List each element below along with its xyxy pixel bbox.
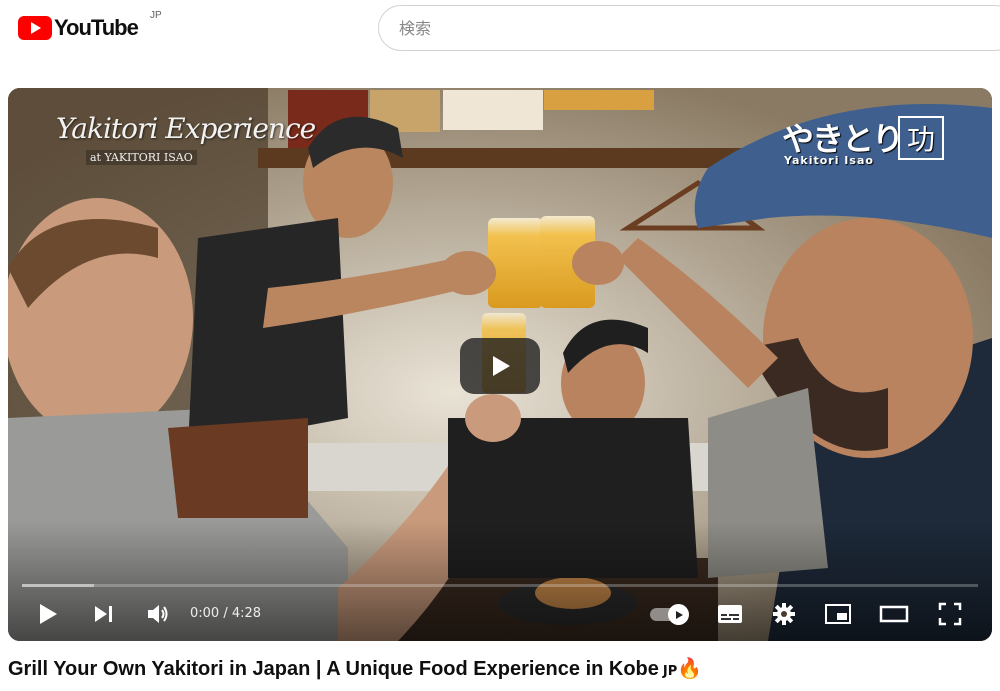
time-current: 0:00 [190,606,220,621]
progress-loaded [22,584,94,587]
subtitles-icon [718,605,742,623]
video-overlay-subtitle: at YAKITORI ISAO [86,150,197,165]
time-separator: / [219,606,232,621]
search-input[interactable] [399,18,1000,38]
time-total: 4:28 [231,606,262,621]
logo-text: YouTube [54,15,139,40]
settings-button[interactable] [768,596,800,632]
time-display: 0:00 / 4:28 [190,596,261,632]
gear-icon [773,603,795,625]
autoplay-toggle[interactable] [650,604,690,625]
brand-kanji: 功 [898,116,944,160]
video-title: Grill Your Own Yakitori in Japan | A Uni… [8,656,702,681]
video-overlay-title: Yakitori Experience [56,112,316,145]
next-icon [95,606,112,622]
miniplayer-icon [825,604,851,624]
video-player[interactable]: Yakitori Experience at YAKITORI ISAO やきと… [8,88,992,641]
video-title-text: Grill Your Own Yakitori in Japan | A Uni… [8,658,659,680]
country-flag-text: JP [662,664,678,679]
theater-icon [879,605,909,623]
brand-english: Yakitori Isao [784,154,874,167]
theater-mode-button[interactable] [876,596,912,632]
subtitles-button[interactable] [714,596,746,632]
autoplay-icon [675,610,683,619]
country-code: JP [150,10,162,21]
youtube-logo-icon [18,16,52,40]
miniplayer-button[interactable] [822,596,854,632]
volume-icon [148,605,168,623]
player-controls: 0:00 / 4:28 [8,596,992,632]
restaurant-brand-logo: やきとり 功 Yakitori Isao [778,114,948,172]
fullscreen-button[interactable] [934,596,966,632]
fullscreen-icon [938,602,962,626]
youtube-logo[interactable]: YouTube JP [18,10,162,44]
autoplay-knob [668,604,689,625]
search-box[interactable] [378,5,1000,51]
large-play-button[interactable] [460,338,540,394]
progress-bar[interactable] [22,584,978,587]
masthead: YouTube JP [0,0,1000,60]
fire-emoji: 🔥 [677,658,703,680]
volume-button[interactable] [142,596,174,632]
play-icon [40,604,57,624]
play-button[interactable] [32,596,64,632]
next-button[interactable] [88,596,120,632]
play-icon [493,356,510,376]
